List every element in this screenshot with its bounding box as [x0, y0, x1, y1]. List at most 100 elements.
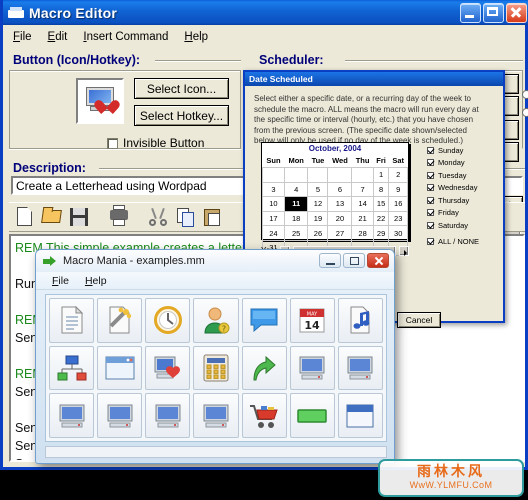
- day-checkbox-wednesday[interactable]: Wednesday: [427, 182, 499, 195]
- calendar-day[interactable]: 2: [388, 167, 408, 183]
- calendar-day[interactable]: 6: [327, 181, 353, 198]
- calendar-day[interactable]: 12: [307, 196, 329, 212]
- calendar-day[interactable]: 9: [388, 181, 408, 198]
- calendar-day[interactable]: 7: [351, 181, 374, 198]
- calendar-day[interactable]: 20: [327, 210, 353, 227]
- menu-item-file[interactable]: File: [46, 275, 75, 287]
- monitor-icon[interactable]: [193, 393, 239, 438]
- calendar-widget[interactable]: October, 2004 Sun Mon Tue Wed Thu Fri Sa…: [261, 142, 409, 256]
- calendar-day[interactable]: 10: [262, 196, 285, 212]
- window-blue-icon[interactable]: [337, 393, 383, 438]
- checkbox-box: [427, 159, 434, 167]
- calendar-day[interactable]: 5: [307, 181, 329, 198]
- copy-icon[interactable]: [174, 205, 198, 229]
- calendar-day[interactable]: 26: [307, 225, 329, 241]
- open-icon[interactable]: [40, 205, 64, 229]
- day-label: Saturday: [438, 220, 469, 230]
- calendar-day[interactable]: 18: [283, 210, 309, 227]
- calendar-day-selected[interactable]: 11: [283, 196, 309, 212]
- menu-item-edit[interactable]: Edit: [41, 30, 75, 44]
- day-checkbox-friday[interactable]: Friday: [427, 207, 499, 220]
- button-group-label: Button (Icon/Hotkey):: [13, 53, 141, 67]
- network-tree-icon[interactable]: [49, 345, 95, 391]
- window-icon[interactable]: [97, 345, 143, 391]
- day-checkbox-monday[interactable]: Monday: [427, 157, 499, 170]
- screenshot-root: Macro Editor File Edit Insert Command He…: [0, 0, 528, 500]
- day-checkbox-sunday[interactable]: Sunday: [427, 144, 499, 157]
- scheduler-radio-2[interactable]: [522, 108, 528, 117]
- minimize-button[interactable]: [460, 2, 481, 23]
- menu-item-help[interactable]: Help: [177, 30, 215, 44]
- monitor-icon[interactable]: [145, 393, 191, 438]
- monitor-icon[interactable]: [337, 345, 383, 391]
- monitor-icon[interactable]: [49, 393, 95, 438]
- green-up-arrow-icon[interactable]: [241, 345, 287, 391]
- menu-item-help[interactable]: Help: [79, 275, 113, 287]
- close-button[interactable]: [506, 2, 527, 23]
- calendar-may-14-icon[interactable]: MAY 14: [289, 298, 335, 343]
- year-scroll-right[interactable]: [399, 245, 409, 256]
- clock-icon[interactable]: [145, 298, 191, 343]
- cut-icon[interactable]: [147, 205, 171, 229]
- new-icon[interactable]: [13, 205, 37, 229]
- calendar-day[interactable]: 27: [327, 225, 353, 241]
- day-checkbox-saturday[interactable]: Saturday: [427, 219, 499, 232]
- day-checkbox-tuesday[interactable]: Tuesday: [427, 169, 499, 182]
- monitor-icon[interactable]: [289, 345, 335, 391]
- calendar-day[interactable]: 25: [283, 225, 309, 241]
- calendar-day[interactable]: [283, 167, 309, 183]
- calendar-day[interactable]: 29: [372, 225, 390, 241]
- menu-item-file[interactable]: File: [6, 30, 39, 44]
- monitor-icon[interactable]: [97, 393, 143, 438]
- calendar-day[interactable]: 28: [351, 225, 374, 241]
- calendar-day[interactable]: [327, 167, 353, 183]
- calendar-day[interactable]: 13: [327, 196, 353, 212]
- day-checkbox-thursday[interactable]: Thursday: [427, 194, 499, 207]
- calendar-day[interactable]: 21: [351, 210, 374, 227]
- select-hotkey-button[interactable]: Select Hotkey...: [134, 105, 229, 126]
- paste-icon[interactable]: [201, 205, 225, 229]
- calendar-weekday: Sat: [392, 156, 405, 165]
- day-label: ALL / NONE: [438, 237, 479, 247]
- calendar-day[interactable]: 8: [372, 181, 390, 198]
- scheduler-radio-1[interactable]: [522, 90, 528, 99]
- save-icon[interactable]: [67, 205, 91, 229]
- calendar-day[interactable]: 4: [283, 181, 309, 198]
- macro-editor-titlebar: Macro Editor: [3, 0, 528, 25]
- calendar-day[interactable]: 16: [388, 196, 408, 212]
- document-icon[interactable]: [49, 298, 95, 343]
- menu-item-insert-command[interactable]: Insert Command: [76, 30, 175, 44]
- document-wand-icon[interactable]: [97, 298, 143, 343]
- speech-bubble-icon[interactable]: [241, 298, 287, 343]
- calendar-day[interactable]: 15: [372, 196, 390, 212]
- calendar-day[interactable]: [351, 167, 374, 183]
- calendar-day[interactable]: 14: [351, 196, 374, 212]
- calculator-icon[interactable]: [193, 345, 239, 391]
- calendar-day[interactable]: [307, 167, 329, 183]
- calendar-day[interactable]: [262, 167, 285, 183]
- invisible-button-checkbox[interactable]: Invisible Button: [107, 136, 204, 150]
- calendar-day[interactable]: 1: [372, 167, 390, 183]
- maximize-button[interactable]: [343, 253, 365, 268]
- calendar-day[interactable]: 19: [307, 210, 329, 227]
- monitor-heart-icon[interactable]: [145, 345, 191, 391]
- print-icon[interactable]: [107, 205, 131, 229]
- calendar-day[interactable]: 30: [388, 225, 408, 241]
- day-checkbox-all-none[interactable]: ALL / NONE: [427, 236, 499, 249]
- select-icon-button[interactable]: Select Icon...: [134, 78, 229, 99]
- button-icon-preview[interactable]: [76, 78, 124, 124]
- day-checkbox-list: Sunday Monday Tuesday Wednesday Thursday: [427, 144, 499, 248]
- maximize-button[interactable]: [483, 2, 504, 23]
- music-note-icon[interactable]: [337, 298, 383, 343]
- calendar-day[interactable]: 24: [262, 225, 285, 241]
- user-question-icon[interactable]: ?: [193, 298, 239, 343]
- calendar-day[interactable]: 3: [262, 181, 285, 198]
- calendar-day[interactable]: 23: [388, 210, 408, 227]
- close-button[interactable]: [367, 253, 389, 268]
- shopping-cart-icon[interactable]: [241, 393, 287, 438]
- green-bar-icon[interactable]: [289, 393, 335, 438]
- minimize-button[interactable]: [319, 253, 341, 268]
- calendar-day[interactable]: 17: [262, 210, 285, 227]
- cancel-button[interactable]: Cancel: [397, 312, 441, 328]
- calendar-day[interactable]: 22: [372, 210, 390, 227]
